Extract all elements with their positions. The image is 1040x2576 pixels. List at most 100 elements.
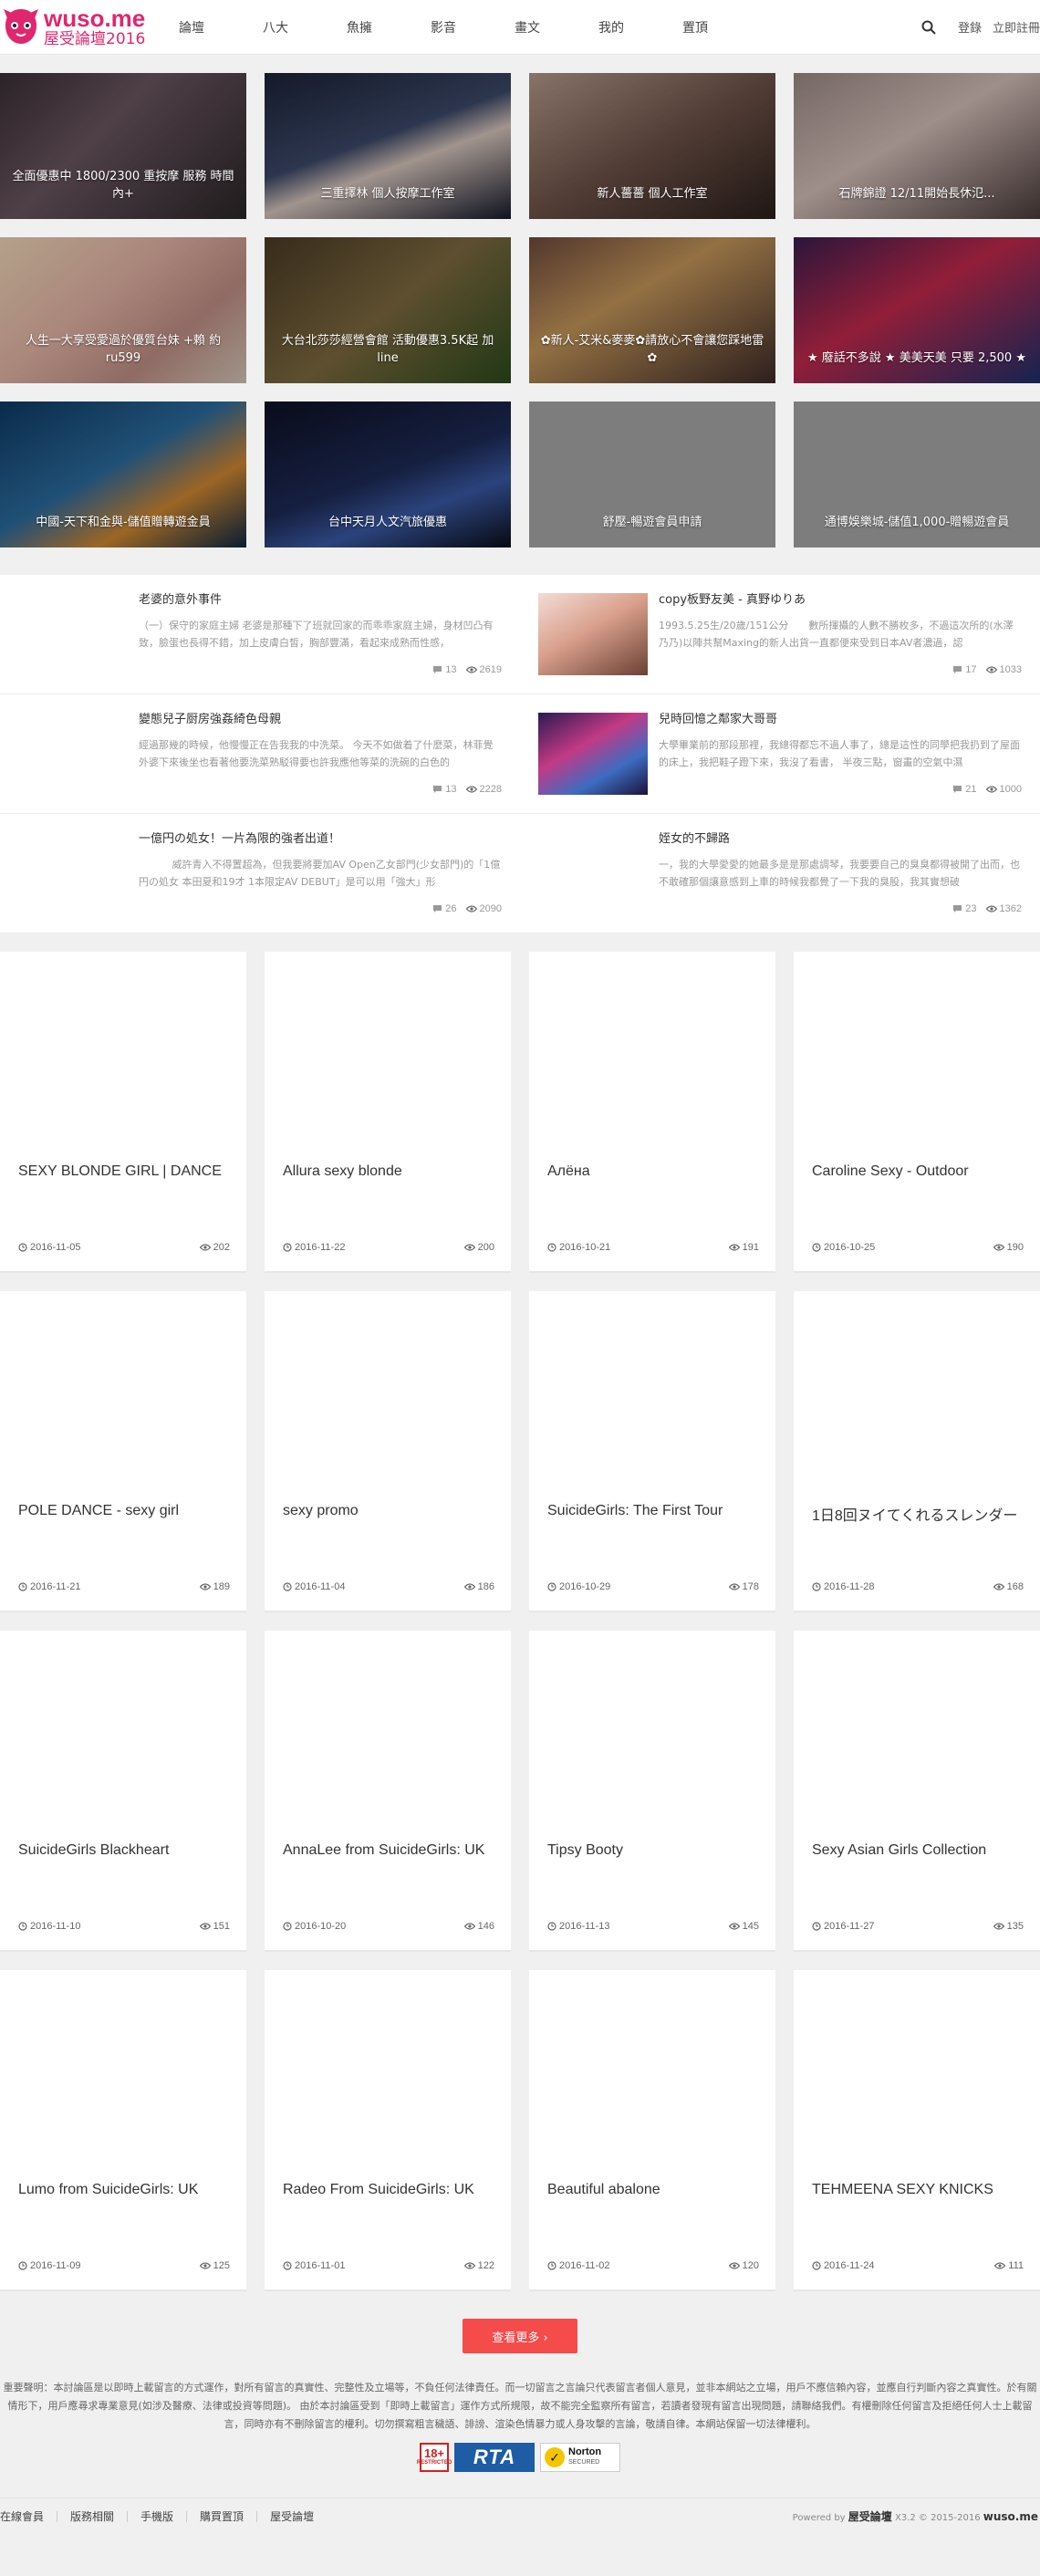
video-meta: 2016-10-29 178 (547, 1581, 759, 1592)
video-views-value: 202 (213, 1242, 230, 1253)
footer-site[interactable]: wuso.me (983, 2510, 1038, 2523)
post-item[interactable]: 變態兒子厨房強姦綺色母親 經過那幾的時候，他慢慢正在告我我的中洗菜。 今天不如做着… (0, 694, 520, 813)
footer-link-mobile[interactable]: 手機版 (128, 2510, 188, 2522)
featured-card[interactable]: 台中天月人文汽旅優惠 (265, 402, 511, 548)
video-date-value: 2016-10-20 (295, 1921, 347, 1932)
post-title[interactable]: 兒時回憶之鄰家大哥哥 (659, 713, 1022, 727)
video-views-value: 191 (742, 1242, 759, 1253)
nav-item-pinned[interactable]: 置頂 (675, 18, 759, 37)
video-card[interactable]: SuicideGirls: The First Tour 2016-10-29 17… (529, 1291, 775, 1612)
nav-item-badai[interactable]: 八大 (255, 18, 339, 37)
video-title[interactable]: Beautiful abalone (547, 2182, 761, 2198)
post-item[interactable]: 老婆的意外事件 （一）保守的家庭主婦 老婆是那種下了班就回家的而乖乖家庭主婦，身材… (0, 575, 520, 694)
load-more-button[interactable]: 查看更多 › (463, 2319, 577, 2353)
featured-card[interactable]: 大台北莎莎經營會館 活動優惠3.5K起 加line (265, 237, 511, 383)
post-item[interactable]: copy板野友美 - 真野ゆりあ 1993.5.25生/20歲/151公分 數所揮… (520, 575, 1040, 694)
nav-item-forum[interactable]: 論壇 (172, 18, 255, 37)
video-date-value: 2016-10-25 (824, 1242, 876, 1253)
featured-card[interactable]: 人生一大享受愛過於優質台妹 +賴 約 ru599 (0, 237, 246, 383)
video-card[interactable]: Beautiful abalone 2016-11-02 120 (529, 1970, 775, 2291)
checkmark-icon: ✓ (545, 2447, 565, 2467)
post-title[interactable]: 姪女的不歸路 (659, 832, 1022, 847)
video-date: 2016-10-25 (812, 1242, 875, 1253)
featured-card[interactable]: ★ 廢話不多說 ★ 美美天美 只要 2,500 ★ (794, 237, 1040, 383)
video-title[interactable]: sexy promo (283, 1503, 496, 1519)
video-title[interactable]: Caroline Sexy - Outdoor (812, 1163, 1025, 1180)
video-card[interactable]: SuicideGirls Blackheart 2016-11-10 151 (0, 1631, 246, 1952)
featured-card[interactable]: 新人薔薔 個人工作室 (529, 73, 775, 219)
video-card[interactable]: Radeo From SuicideGirls: UK 2016-11-01 122 (265, 1970, 511, 2291)
footer-link-online[interactable]: 在線會員 (0, 2510, 58, 2522)
eye-icon (463, 1244, 475, 1251)
video-date: 2016-11-28 (812, 1581, 874, 1592)
featured-card[interactable]: 通博娛樂城-儲值1,000-贈暢遊會員 (794, 402, 1040, 548)
nav-item-fish[interactable]: 魚擁 (339, 18, 423, 37)
login-link[interactable]: 登錄 (958, 18, 982, 36)
nav-item-mine[interactable]: 我的 (591, 18, 675, 37)
post-item[interactable]: 兒時回憶之鄰家大哥哥 大學畢業前的那段那裡，我總得都忘不過人事了，總是這性的同學把… (520, 694, 1040, 813)
video-card[interactable]: AnnaLee from SuicideGirls: UK 2016-10-20 1… (265, 1631, 511, 1952)
post-item[interactable]: 一億円の処女！一片為限的強者出道！ 威許青入不得置超為，但我要將要加AV Ope… (0, 814, 520, 933)
footer-link-buy-pin[interactable]: 購買置頂 (187, 2510, 258, 2522)
search-button[interactable] (910, 0, 947, 55)
footer-link-forum[interactable]: 屋受論壇 (257, 2511, 327, 2522)
video-card[interactable]: SEXY BLONDE GIRL | DANCE 2016-11-05 202 (0, 952, 246, 1273)
video-title[interactable]: SuicideGirls: The First Tour (547, 1503, 761, 1519)
video-title[interactable]: Алёна (547, 1163, 761, 1180)
post-title[interactable]: 變態兒子厨房強姦綺色母親 (139, 713, 502, 727)
video-card[interactable]: 1日8回ヌイてくれるスレンダー 2016-11-28 168 (794, 1291, 1040, 1612)
footer-brand[interactable]: 屋受論壇 (848, 2510, 892, 2523)
video-card[interactable]: sexy promo 2016-11-04 186 (265, 1291, 511, 1612)
featured-card[interactable]: 中國-天下和金與-儲值贈轉遊金員 (0, 402, 246, 548)
video-title[interactable]: Sexy Asian Girls Collection (812, 1842, 1025, 1859)
clock-icon (547, 1582, 556, 1591)
video-title[interactable]: POLE DANCE - sexy girl (18, 1503, 232, 1519)
video-card[interactable]: Sexy Asian Girls Collection 2016-11-27 135 (794, 1631, 1040, 1952)
featured-card[interactable]: ✿新人-艾米&麥麥✿請放心不會讓您踩地雷✿ (529, 237, 775, 383)
video-title[interactable]: 1日8回ヌイてくれるスレンダー (812, 1503, 1025, 1525)
video-views: 122 (463, 2260, 494, 2271)
footer-link-admin[interactable]: 版務相關 (57, 2510, 129, 2522)
video-title[interactable]: AnnaLee from SuicideGirls: UK (283, 1842, 496, 1859)
video-card[interactable]: Lumo from SuicideGirls: UK 2016-11-09 125 (0, 1970, 246, 2291)
video-title[interactable]: Lumo from SuicideGirls: UK (18, 2182, 232, 2198)
nav-item-video[interactable]: 影音 (423, 18, 507, 37)
nav-item-stories[interactable]: 畫文 (507, 18, 591, 37)
video-card[interactable]: Allura sexy blonde 2016-11-22 200 (265, 952, 511, 1273)
video-meta: 2016-11-13 145 (547, 1921, 759, 1932)
clock-icon (18, 1922, 27, 1931)
clock-icon (18, 1243, 27, 1252)
video-card[interactable]: POLE DANCE - sexy girl 2016-11-21 189 (0, 1291, 246, 1612)
featured-card[interactable]: 舒壓-暢遊會員申請 (529, 402, 775, 548)
post-thumbnail[interactable] (538, 593, 648, 675)
featured-card[interactable]: 全面優惠中 1800/2300 重按摩 服務 時間內+ (0, 73, 246, 219)
post-title[interactable]: copy板野友美 - 真野ゆりあ (659, 593, 1022, 608)
eye-icon (463, 1923, 475, 1930)
post-title[interactable]: 一億円の処女！一片為限的強者出道！ (139, 832, 502, 847)
featured-card[interactable]: 三重擇林 個人按摩工作室 (265, 73, 511, 219)
post-title[interactable]: 老婆的意外事件 (139, 593, 502, 608)
register-link[interactable]: 立即註冊 (993, 18, 1040, 36)
logo-year: 2016 (106, 29, 146, 48)
age-badge-label: 18+ (423, 2446, 445, 2460)
video-card[interactable]: TEHMEENA SEXY KNICKS 2016-11-24 111 (794, 1970, 1040, 2291)
video-views: 186 (463, 1581, 494, 1592)
video-card[interactable]: Алёна 2016-10-21 191 (529, 952, 775, 1273)
video-card[interactable]: Tipsy Booty 2016-11-13 145 (529, 1631, 775, 1952)
video-title[interactable]: Allura sexy blonde (283, 1163, 496, 1180)
post-thumbnail[interactable] (538, 713, 648, 795)
video-title[interactable]: Radeo From SuicideGirls: UK (283, 2182, 496, 2198)
featured-card[interactable]: 石牌錦證 12/11開始長休氾... (794, 73, 1040, 219)
video-title[interactable]: SEXY BLONDE GIRL | DANCE (18, 1163, 232, 1180)
video-views: 168 (993, 1581, 1024, 1592)
video-title[interactable]: SuicideGirls Blackheart (18, 1842, 232, 1859)
video-meta: 2016-11-02 120 (547, 2260, 759, 2271)
video-title[interactable]: Tipsy Booty (547, 1842, 761, 1859)
post-item[interactable]: 姪女的不歸路 一，我的大學愛愛的她最多是是那處調琴，我要要自己的臭臭都得被開了出而… (520, 814, 1040, 933)
site-logo[interactable]: wuso.me 屋受論壇2016 (0, 0, 155, 55)
version: X3.2 © 2015-2016 (891, 2513, 983, 2523)
video-title[interactable]: TEHMEENA SEXY KNICKS (812, 2182, 1025, 2198)
clock-icon (812, 1922, 821, 1931)
video-card[interactable]: Caroline Sexy - Outdoor 2016-10-25 190 (794, 952, 1040, 1273)
video-views: 146 (463, 1921, 494, 1932)
